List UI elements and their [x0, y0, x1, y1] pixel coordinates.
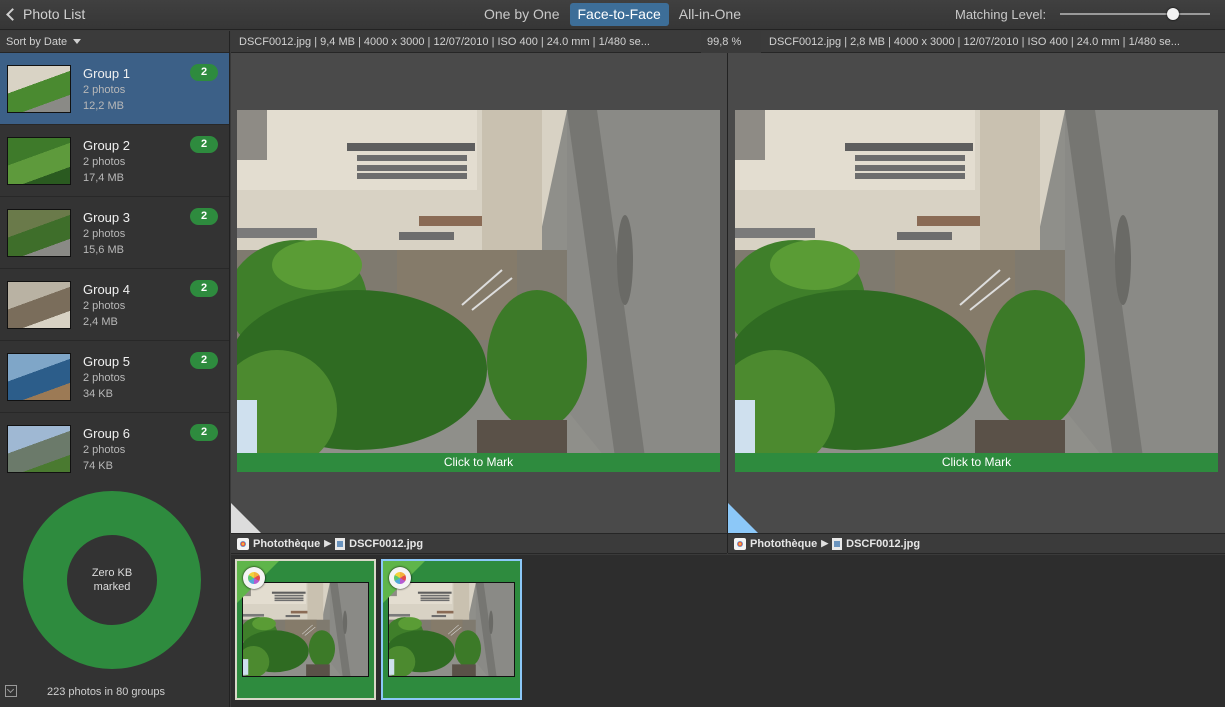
triangle-right-icon: ▶ — [821, 538, 829, 548]
left-photo-image[interactable] — [237, 110, 720, 472]
matching-level-slider-knob[interactable] — [1166, 8, 1179, 20]
group-name: Group 1 — [83, 66, 130, 81]
group-name: Group 4 — [83, 282, 130, 297]
group-name: Group 6 — [83, 426, 130, 441]
right-file-name[interactable]: DSCF0012.jpg — [846, 538, 920, 550]
filmstrip-item[interactable] — [381, 559, 522, 700]
group-size: 15,6 MB — [83, 244, 124, 256]
group-count-badge: 2 — [190, 352, 218, 369]
group-list-item[interactable]: Group 2 2 photos 17,4 MB 2 — [0, 125, 229, 197]
back-button-label: Photo List — [23, 6, 86, 22]
group-thumbnail — [7, 65, 71, 113]
group-count-badge: 2 — [190, 280, 218, 297]
group-thumbnail — [7, 425, 71, 473]
photo-count-summary: 223 photos in 80 groups — [47, 686, 166, 698]
right-photo-viewer: Click to Mark — [728, 53, 1225, 533]
group-list: Group 1 2 photos 12,2 MB 2 Group 2 2 photos 17… — [0, 53, 229, 473]
left-photo-viewer: Click to Mark — [231, 53, 727, 533]
right-path-bar: Photothèque ▶ DSCF0012.jpg — [728, 533, 1225, 554]
group-list-item[interactable]: Group 1 2 photos 12,2 MB 2 — [0, 53, 229, 125]
triangle-down-icon — [73, 39, 82, 44]
collapse-toggle-icon[interactable] — [5, 685, 17, 697]
group-list-item[interactable]: Group 6 2 photos 74 KB 2 — [0, 413, 229, 473]
right-photo-image[interactable] — [735, 110, 1218, 472]
right-library-name[interactable]: Photothèque — [750, 538, 817, 550]
photos-library-icon — [237, 537, 249, 550]
group-list-item[interactable]: Group 3 2 photos 15,6 MB 2 — [0, 197, 229, 269]
left-file-name[interactable]: DSCF0012.jpg — [349, 538, 423, 550]
triangle-right-icon: ▶ — [324, 538, 332, 548]
back-to-photo-list-button[interactable]: Photo List — [6, 6, 86, 22]
group-size: 2,4 MB — [83, 316, 118, 328]
sort-by-date-dropdown[interactable]: Sort by Date — [0, 31, 229, 53]
donut-center-label: Zero KB marked — [23, 566, 201, 594]
group-size: 17,4 MB — [83, 172, 124, 184]
matching-level-label: Matching Level: — [955, 7, 1047, 22]
photos-app-icon — [243, 567, 265, 589]
group-name: Group 5 — [83, 354, 130, 369]
right-click-to-mark-button[interactable]: Click to Mark — [735, 453, 1218, 472]
right-corner-indicator — [728, 503, 758, 533]
group-thumbnail — [7, 281, 71, 329]
photos-library-icon — [734, 537, 746, 550]
image-file-icon — [335, 537, 346, 550]
image-file-icon — [832, 537, 843, 550]
group-list-item[interactable]: Group 5 2 photos 34 KB 2 — [0, 341, 229, 413]
group-photo-count: 2 photos — [83, 84, 126, 96]
group-photo-count: 2 photos — [83, 300, 126, 312]
donut-center-line2: marked — [93, 581, 131, 593]
group-photo-count: 2 photos — [83, 372, 126, 384]
view-one-by-one-button[interactable]: One by One — [476, 3, 568, 26]
chevron-left-icon — [6, 7, 19, 21]
matching-level-slider[interactable] — [1060, 8, 1210, 20]
photos-app-icon — [389, 567, 411, 589]
group-size: 74 KB — [83, 460, 113, 472]
group-photo-count: 2 photos — [83, 444, 126, 456]
toolbar: Photo List One by One Face-to-Face All-i… — [0, 0, 1225, 30]
filmstrip-item[interactable] — [235, 559, 376, 700]
group-name: Group 2 — [83, 138, 130, 153]
group-count-badge: 2 — [190, 208, 218, 225]
left-click-to-mark-button[interactable]: Click to Mark — [237, 453, 720, 472]
group-count-badge: 2 — [190, 136, 218, 153]
view-face-to-face-button[interactable]: Face-to-Face — [569, 3, 669, 26]
left-corner-indicator — [231, 503, 261, 533]
donut-center-line1: Zero KB — [91, 567, 133, 579]
view-mode-segmented-control: One by One Face-to-Face All-in-One — [476, 3, 749, 26]
left-library-name[interactable]: Photothèque — [253, 538, 320, 550]
filmstrip — [231, 555, 1225, 707]
group-count-badge: 2 — [190, 64, 218, 81]
group-photo-count: 2 photos — [83, 228, 126, 240]
right-photo-info-bar: DSCF0012.jpg | 2,8 MB | 4000 x 3000 | 12… — [761, 31, 1225, 53]
group-count-badge: 2 — [190, 424, 218, 441]
marked-size-donut-chart: Zero KB marked — [23, 491, 201, 669]
left-photo-info-bar: DSCF0012.jpg | 9,4 MB | 4000 x 3000 | 12… — [231, 31, 701, 53]
group-photo-count: 2 photos — [83, 156, 126, 168]
group-list-item[interactable]: Group 4 2 photos 2,4 MB 2 — [0, 269, 229, 341]
similarity-percentage: 99,8 % — [707, 36, 742, 48]
view-all-in-one-button[interactable]: All-in-One — [671, 3, 749, 26]
group-thumbnail — [7, 353, 71, 401]
group-name: Group 3 — [83, 210, 130, 225]
group-thumbnail — [7, 137, 71, 185]
left-path-bar: Photothèque ▶ DSCF0012.jpg — [231, 533, 727, 554]
group-size: 34 KB — [83, 388, 113, 400]
sort-label: Sort by Date — [6, 35, 68, 48]
group-thumbnail — [7, 209, 71, 257]
photo-group-sidebar: Sort by Date Group 12 photos 12,2 MB 2 Grou… — [0, 31, 230, 707]
group-size: 12,2 MB — [83, 100, 124, 112]
